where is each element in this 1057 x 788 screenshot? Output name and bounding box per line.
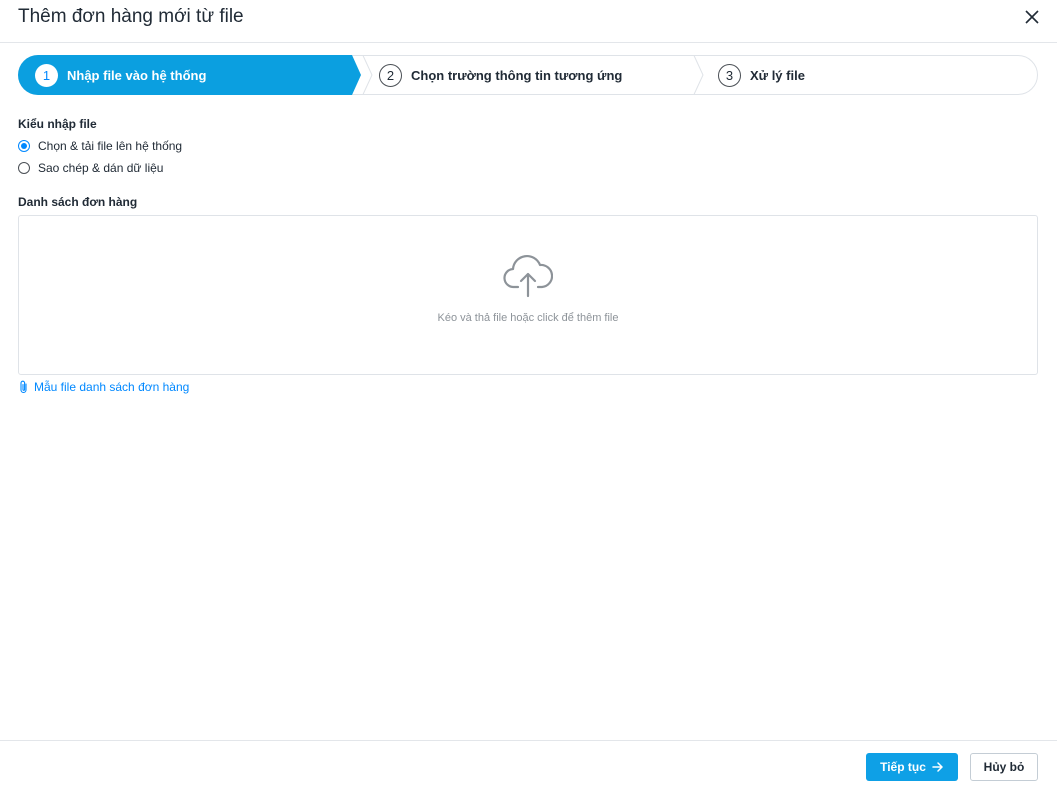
step-3[interactable]: 3 Xử lý file [718, 55, 805, 95]
step-number: 1 [35, 63, 58, 87]
step-1[interactable]: 1 Nhập file vào hệ thống [35, 55, 206, 95]
step-number: 3 [718, 63, 741, 87]
step-label: Chọn trường thông tin tương ứng [411, 67, 623, 83]
cloud-upload-icon [503, 255, 553, 298]
cancel-label: Hủy bỏ [983, 760, 1025, 774]
continue-button[interactable]: Tiếp tục [866, 753, 958, 781]
radio-copy-paste[interactable]: Sao chép & dán dữ liệu [18, 161, 163, 175]
arrow-right-icon [932, 762, 943, 772]
template-link-label: Mẫu file danh sách đơn hàng [34, 380, 190, 394]
radio-button[interactable] [18, 140, 30, 152]
import-type-label: Kiểu nhập file [18, 117, 97, 131]
dialog-footer: Tiếp tục Hủy bỏ [0, 740, 1057, 788]
close-icon[interactable] [1023, 8, 1041, 26]
radio-label: Sao chép & dán dữ liệu [38, 161, 164, 175]
dialog-title: Thêm đơn hàng mới từ file [18, 6, 244, 27]
continue-label: Tiếp tục [880, 760, 926, 774]
cancel-button[interactable]: Hủy bỏ [970, 753, 1038, 781]
dropzone-text: Kéo và thả file hoặc click để thêm file [437, 312, 619, 324]
order-list-label: Danh sách đơn hàng [18, 195, 138, 209]
file-dropzone[interactable]: Kéo và thả file hoặc click để thêm file [18, 215, 1038, 375]
radio-button[interactable] [18, 162, 30, 174]
dialog-header: Thêm đơn hàng mới từ file [0, 0, 1057, 43]
step-label: Nhập file vào hệ thống [67, 67, 207, 83]
template-file-link[interactable]: Mẫu file danh sách đơn hàng [18, 380, 189, 394]
stepper: 1 Nhập file vào hệ thống 2 Chọn trường t… [18, 55, 1038, 95]
radio-label: Chọn & tải file lên hệ thống [38, 139, 183, 153]
radio-upload-file[interactable]: Chọn & tải file lên hệ thống [18, 139, 182, 153]
step-2[interactable]: 2 Chọn trường thông tin tương ứng [379, 55, 622, 95]
step-number: 2 [379, 63, 402, 87]
paperclip-icon [20, 380, 27, 394]
step-label: Xử lý file [750, 67, 805, 83]
